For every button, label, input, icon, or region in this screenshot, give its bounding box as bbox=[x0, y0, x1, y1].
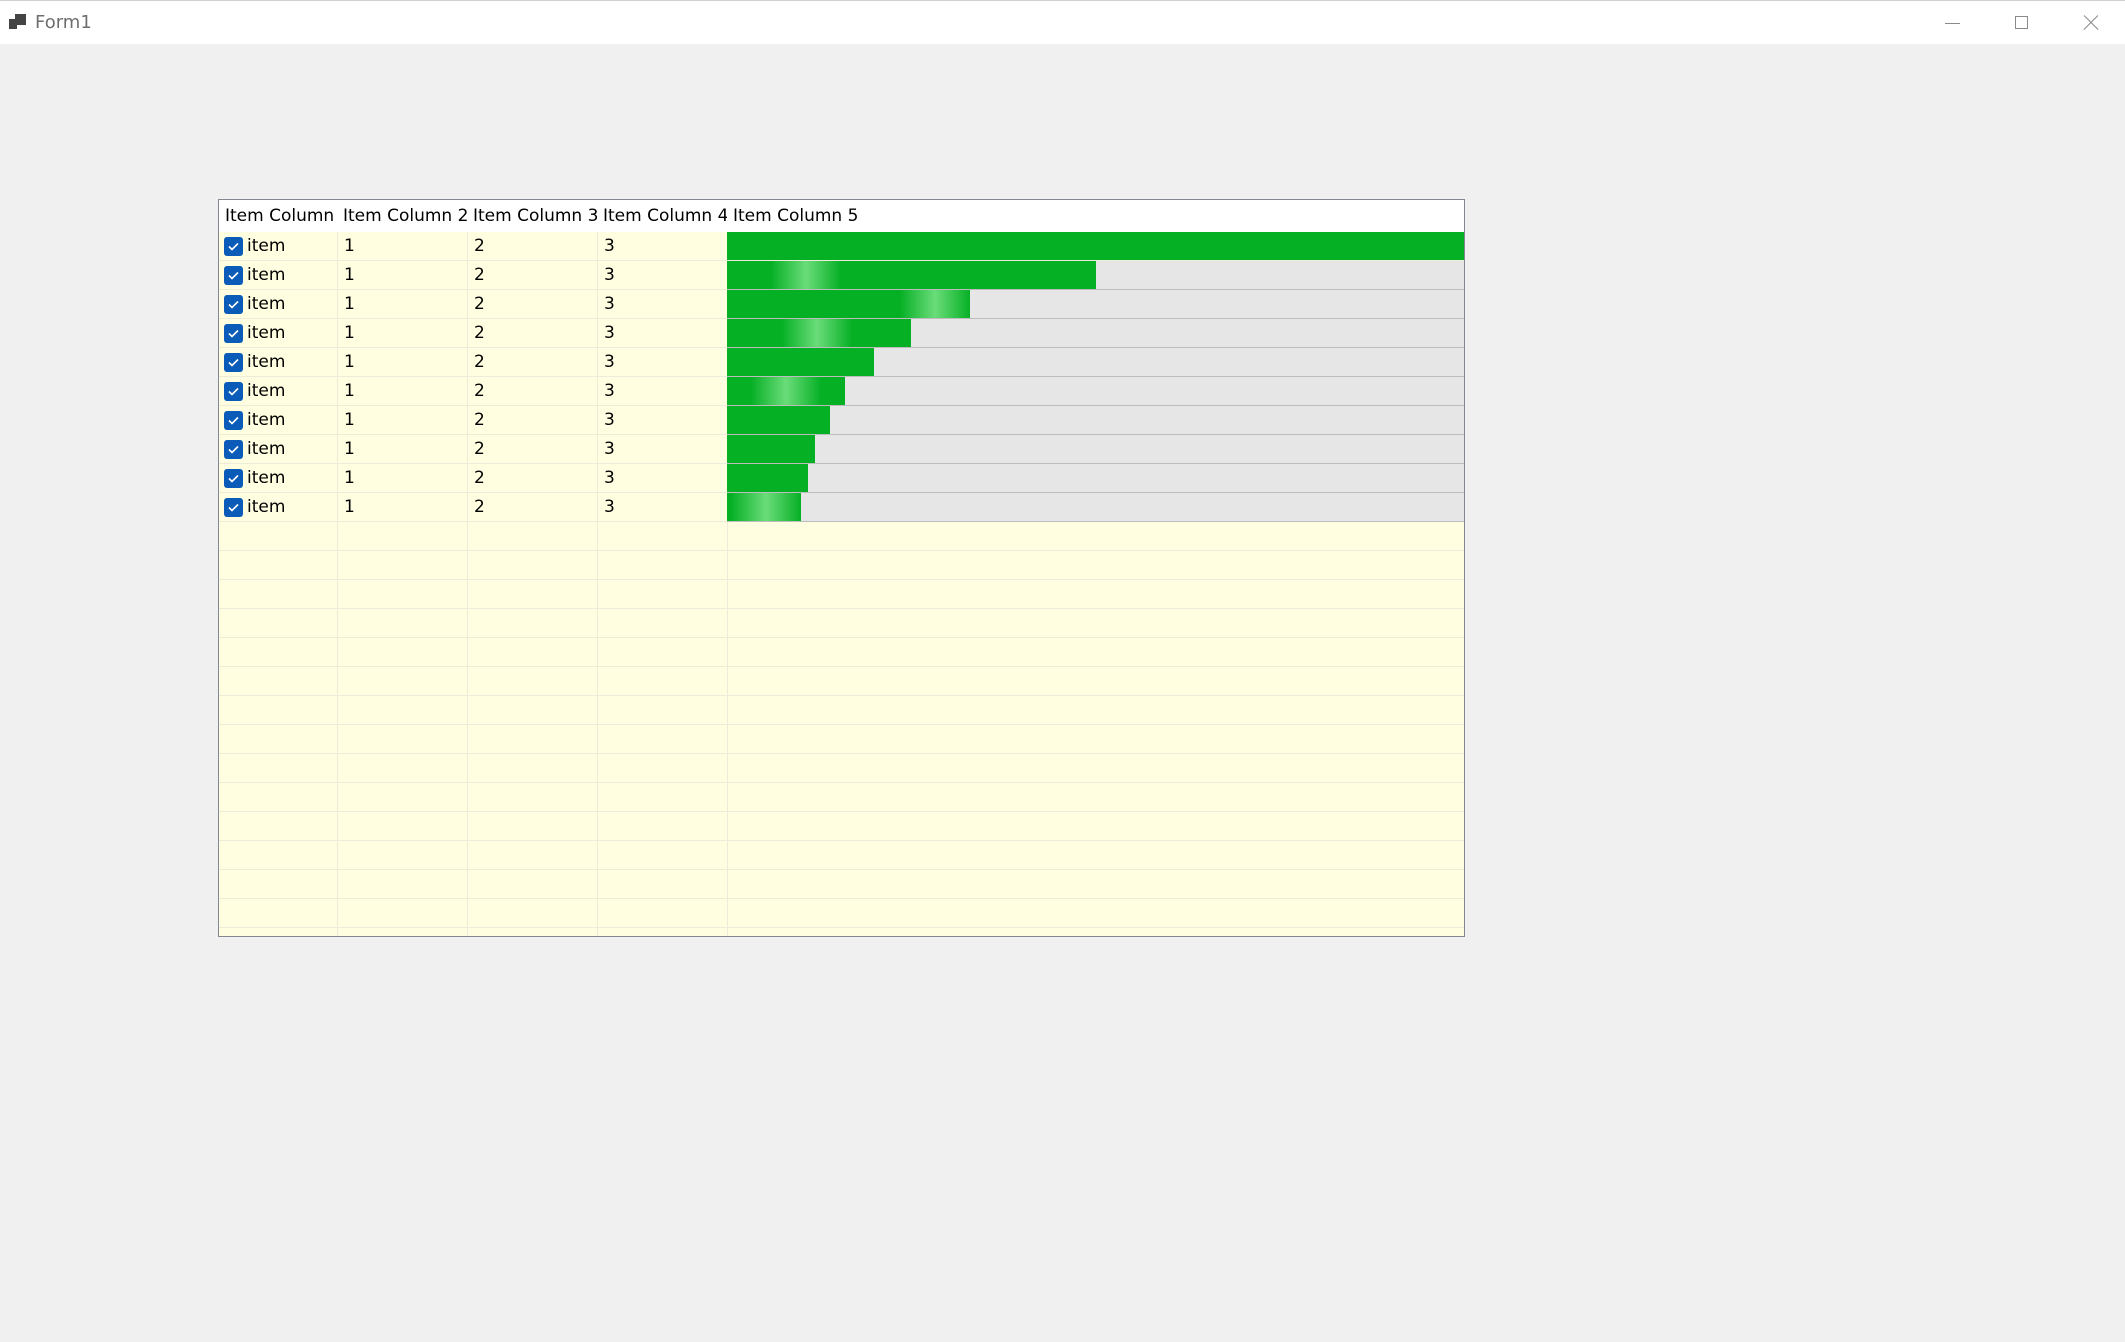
cell-col4: 3 bbox=[604, 381, 615, 401]
row-divider bbox=[219, 637, 1464, 638]
column-header-3[interactable]: Item Column 3 bbox=[467, 200, 597, 232]
column-header-4[interactable]: Item Column 4 bbox=[597, 200, 727, 232]
table-row[interactable]: item 1 2 3 bbox=[219, 377, 1464, 406]
cell-col3: 2 bbox=[474, 294, 485, 314]
cell-item-name: item bbox=[247, 468, 286, 488]
cell-item-name: item bbox=[247, 323, 286, 343]
cell-col2: 1 bbox=[344, 294, 355, 314]
progress-fill bbox=[727, 406, 831, 434]
progress-bar bbox=[727, 493, 1464, 522]
maximize-icon bbox=[2015, 16, 2028, 29]
cell-col3: 2 bbox=[474, 381, 485, 401]
cell-col3: 2 bbox=[474, 497, 485, 517]
close-button[interactable] bbox=[2056, 1, 2125, 45]
minimize-icon bbox=[1945, 23, 1960, 24]
table-row[interactable]: item 1 2 3 bbox=[219, 406, 1464, 435]
progress-fill bbox=[727, 348, 875, 376]
cell-col3: 2 bbox=[474, 439, 485, 459]
cell-col2: 1 bbox=[344, 410, 355, 430]
row-divider bbox=[219, 869, 1464, 870]
cell-col4: 3 bbox=[604, 323, 615, 343]
row-divider bbox=[219, 927, 1464, 928]
cell-col3: 2 bbox=[474, 352, 485, 372]
progress-bar bbox=[727, 406, 1464, 435]
table-row[interactable]: item 1 2 3 bbox=[219, 493, 1464, 522]
row-divider bbox=[219, 724, 1464, 725]
column-header-5[interactable]: Item Column 5 bbox=[727, 200, 1464, 232]
minimize-button[interactable] bbox=[1918, 1, 1987, 45]
progress-bar bbox=[727, 261, 1464, 290]
cell-col4: 3 bbox=[604, 352, 615, 372]
cell-col2: 1 bbox=[344, 352, 355, 372]
cell-item-name: item bbox=[247, 410, 286, 430]
cell-col4: 3 bbox=[604, 497, 615, 517]
progress-fill bbox=[727, 232, 1464, 260]
cell-item-name: item bbox=[247, 352, 286, 372]
app-icon[interactable] bbox=[9, 14, 27, 30]
row-divider bbox=[219, 608, 1464, 609]
table-row[interactable]: item 1 2 3 bbox=[219, 319, 1464, 348]
list-view[interactable]: Item Column Item Column 2 Item Column 3 … bbox=[218, 199, 1465, 937]
row-divider bbox=[219, 695, 1464, 696]
progress-fill bbox=[727, 290, 971, 318]
cell-col2: 1 bbox=[344, 439, 355, 459]
table-row[interactable]: item 1 2 3 bbox=[219, 435, 1464, 464]
cell-col3: 2 bbox=[474, 265, 485, 285]
progress-bar bbox=[727, 348, 1464, 377]
cell-col2: 1 bbox=[344, 497, 355, 517]
progress-fill bbox=[727, 435, 816, 463]
cell-item-name: item bbox=[247, 236, 286, 256]
progress-fill bbox=[727, 377, 845, 405]
column-header-1[interactable]: Item Column bbox=[219, 200, 337, 232]
cell-item-name: item bbox=[247, 294, 286, 314]
progress-bar bbox=[727, 464, 1464, 493]
cell-col4: 3 bbox=[604, 468, 615, 488]
cell-col2: 1 bbox=[344, 381, 355, 401]
row-divider bbox=[219, 840, 1464, 841]
maximize-button[interactable] bbox=[1987, 1, 2056, 45]
table-row[interactable]: item 1 2 3 bbox=[219, 261, 1464, 290]
row-divider bbox=[219, 811, 1464, 812]
cell-col3: 2 bbox=[474, 410, 485, 430]
cell-col4: 3 bbox=[604, 439, 615, 459]
cell-item-name: item bbox=[247, 265, 286, 285]
cell-col3: 2 bbox=[474, 323, 485, 343]
cell-col3: 2 bbox=[474, 468, 485, 488]
progress-fill bbox=[727, 493, 801, 521]
table-row[interactable]: item 1 2 3 bbox=[219, 290, 1464, 319]
cell-col2: 1 bbox=[344, 323, 355, 343]
row-divider bbox=[219, 579, 1464, 580]
progress-bar bbox=[727, 377, 1464, 406]
list-header: Item Column Item Column 2 Item Column 3 … bbox=[219, 200, 1464, 232]
table-row[interactable]: item 1 2 3 bbox=[219, 464, 1464, 493]
title-bar[interactable]: Form1 bbox=[0, 0, 2125, 44]
cell-col2: 1 bbox=[344, 265, 355, 285]
cell-col2: 1 bbox=[344, 236, 355, 256]
cell-col2: 1 bbox=[344, 468, 355, 488]
row-divider bbox=[219, 753, 1464, 754]
progress-bar bbox=[727, 435, 1464, 464]
cell-item-name: item bbox=[247, 381, 286, 401]
cell-col4: 3 bbox=[604, 265, 615, 285]
cell-item-name: item bbox=[247, 439, 286, 459]
cell-col4: 3 bbox=[604, 236, 615, 256]
progress-bar bbox=[727, 319, 1464, 348]
row-divider bbox=[219, 898, 1464, 899]
progress-fill bbox=[727, 261, 1096, 289]
cell-col3: 2 bbox=[474, 236, 485, 256]
table-row[interactable]: item 1 2 3 bbox=[219, 348, 1464, 377]
row-divider bbox=[219, 782, 1464, 783]
progress-bar bbox=[727, 232, 1464, 260]
progress-bar bbox=[727, 290, 1464, 319]
column-header-2[interactable]: Item Column 2 bbox=[337, 200, 467, 232]
progress-fill bbox=[727, 464, 809, 492]
progress-fill bbox=[727, 319, 912, 347]
cell-item-name: item bbox=[247, 497, 286, 517]
cell-col4: 3 bbox=[604, 410, 615, 430]
table-row[interactable]: item 1 2 3 bbox=[219, 232, 1464, 261]
row-divider bbox=[219, 550, 1464, 551]
cell-col4: 3 bbox=[604, 294, 615, 314]
window-title: Form1 bbox=[35, 12, 92, 33]
row-divider bbox=[219, 666, 1464, 667]
